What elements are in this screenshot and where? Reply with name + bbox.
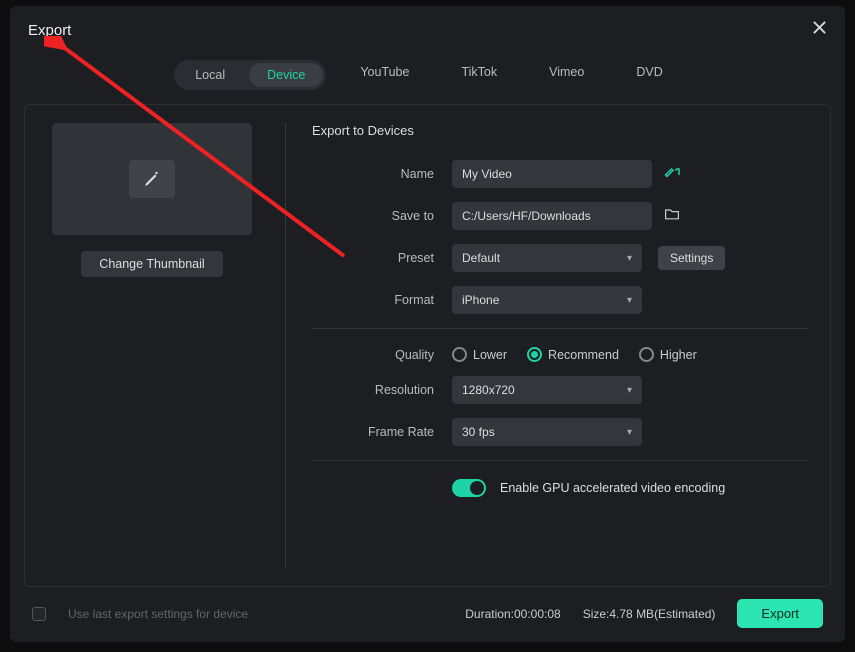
thumbnail-preview[interactable] [52, 123, 252, 235]
form-panel: Export to Devices Name My Video Save to … [286, 105, 830, 586]
export-dialog: Export Local Device YouTube TikTok Vimeo… [10, 6, 845, 642]
use-last-label: Use last export settings for device [68, 607, 248, 621]
settings-button[interactable]: Settings [658, 246, 725, 270]
gpu-label: Enable GPU accelerated video encoding [500, 481, 725, 495]
edit-icon [129, 160, 175, 198]
resolution-select[interactable]: 1280x720 ▾ [452, 376, 642, 404]
quality-recommend[interactable]: Recommend [527, 347, 619, 362]
export-button[interactable]: Export [737, 599, 823, 628]
use-last-checkbox[interactable] [32, 607, 46, 621]
ai-edit-icon[interactable] [664, 165, 682, 184]
framerate-select[interactable]: 30 fps ▾ [452, 418, 642, 446]
content-area: Change Thumbnail Export to Devices Name … [24, 104, 831, 587]
tab-row: Local Device YouTube TikTok Vimeo DVD [10, 44, 845, 104]
resolution-label: Resolution [312, 383, 452, 397]
radio-icon [452, 347, 467, 362]
format-select[interactable]: iPhone ▾ [452, 286, 642, 314]
chevron-down-icon: ▾ [627, 385, 632, 396]
duration-text: Duration:00:00:08 [465, 607, 560, 621]
thumbnail-panel: Change Thumbnail [25, 105, 285, 586]
preset-value: Default [462, 251, 500, 265]
saveto-label: Save to [312, 209, 452, 223]
chevron-down-icon: ▾ [627, 253, 632, 264]
section-title: Export to Devices [312, 123, 808, 138]
quality-lower[interactable]: Lower [452, 347, 507, 362]
tab-vimeo[interactable]: Vimeo [531, 60, 602, 90]
quality-radios: Lower Recommend Higher [452, 347, 697, 362]
preset-select[interactable]: Default ▾ [452, 244, 642, 272]
format-value: iPhone [462, 293, 499, 307]
change-thumbnail-button[interactable]: Change Thumbnail [81, 251, 222, 277]
tab-tiktok[interactable]: TikTok [443, 60, 515, 90]
close-icon [812, 20, 827, 35]
tab-youtube[interactable]: YouTube [342, 60, 427, 90]
titlebar: Export [10, 6, 845, 44]
horizontal-divider [312, 328, 808, 329]
quality-higher[interactable]: Higher [639, 347, 697, 362]
close-button[interactable] [812, 20, 827, 40]
dialog-title: Export [28, 22, 71, 39]
framerate-value: 30 fps [462, 425, 495, 439]
gpu-toggle[interactable] [452, 479, 486, 497]
tab-device[interactable]: Device [249, 63, 323, 87]
name-input[interactable]: My Video [452, 160, 652, 188]
tab-local[interactable]: Local [177, 63, 243, 87]
saveto-input[interactable]: C:/Users/HF/Downloads [452, 202, 652, 230]
chevron-down-icon: ▾ [627, 427, 632, 438]
footer: Use last export settings for device Dura… [10, 587, 845, 642]
folder-icon[interactable] [664, 207, 680, 226]
size-text: Size:4.78 MB(Estimated) [583, 607, 716, 621]
resolution-value: 1280x720 [462, 383, 515, 397]
horizontal-divider [312, 460, 808, 461]
format-label: Format [312, 293, 452, 307]
radio-icon [527, 347, 542, 362]
tab-dvd[interactable]: DVD [618, 60, 680, 90]
quality-label: Quality [312, 348, 452, 362]
chevron-down-icon: ▾ [627, 295, 632, 306]
tabbar: Local Device [174, 60, 326, 90]
preset-label: Preset [312, 251, 452, 265]
radio-icon [639, 347, 654, 362]
framerate-label: Frame Rate [312, 425, 452, 439]
name-label: Name [312, 167, 452, 181]
